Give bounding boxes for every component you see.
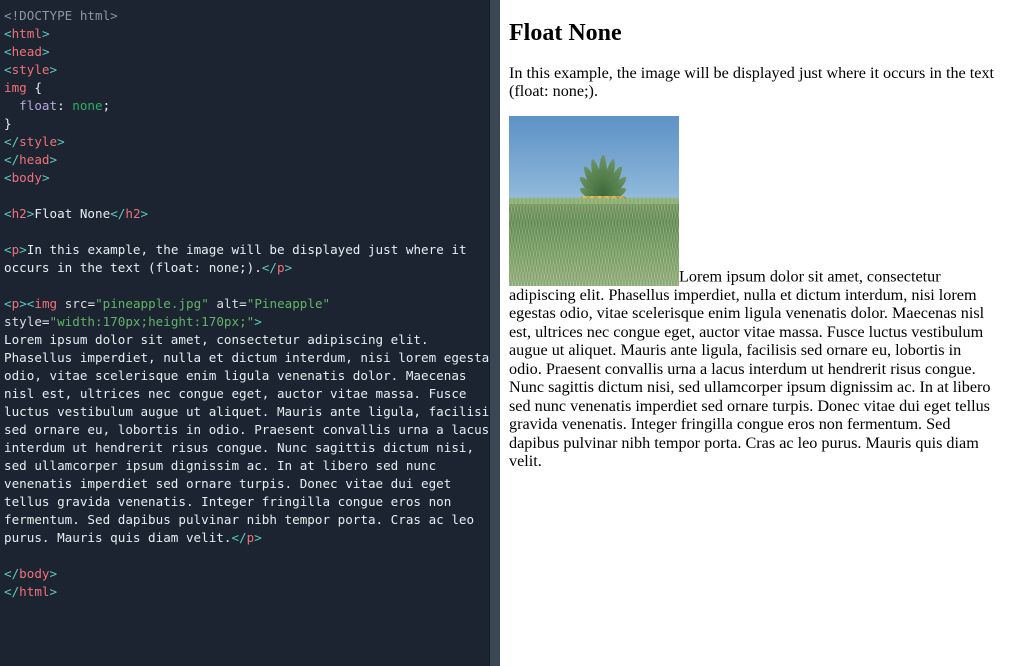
code-angle-open: </ — [4, 134, 20, 149]
code-angle-open: < — [4, 62, 12, 77]
code-colon: : — [57, 98, 73, 113]
split-view-editor-preview: <!DOCTYPE html> <html> <head> <style> im… — [0, 0, 1012, 666]
code-angle-open: </ — [261, 260, 277, 275]
code-angle-close: > — [254, 314, 262, 329]
code-attr-alt-value: "Pineapple" — [246, 296, 331, 311]
code-angle-close: > — [19, 296, 27, 311]
code-equals: = — [87, 296, 96, 311]
intro-paragraph: In this example, the image will be displ… — [509, 63, 995, 101]
code-doctype: <!DOCTYPE html> — [4, 8, 118, 23]
code-angle-close: > — [19, 242, 27, 257]
code-angle-close: > — [49, 566, 58, 581]
code-tag-img: img — [34, 296, 58, 311]
code-angle-close: > — [41, 44, 50, 59]
code-css-property-float: float — [19, 98, 58, 113]
code-tag-h2-close: h2 — [125, 206, 141, 221]
code-attr-style: style — [4, 314, 42, 329]
code-tag-style-close: style — [19, 134, 58, 149]
code-css-value-none: none — [72, 98, 103, 113]
code-angle-close: > — [254, 530, 262, 545]
code-angle-open: </ — [4, 584, 20, 599]
code-angle-close: > — [284, 260, 293, 275]
code-attr-alt: alt — [216, 296, 240, 311]
code-angle-open: < — [4, 242, 12, 257]
code-angle-close: > — [140, 206, 149, 221]
code-angle-close: > — [41, 170, 50, 185]
code-attr-style-value: "width:170px;height:170px;" — [49, 314, 255, 329]
code-angle-open: < — [4, 296, 12, 311]
code-angle-open: </ — [4, 152, 20, 167]
code-angle-close: > — [57, 134, 65, 149]
code-brace-close: } — [4, 116, 12, 131]
code-angle-open: < — [4, 26, 12, 41]
code-tag-p-close: p — [276, 260, 285, 275]
code-h2-text: Float None — [34, 206, 111, 221]
code-angle-close: > — [41, 26, 50, 41]
preview-pane: Float None In this example, the image wi… — [500, 0, 1012, 666]
code-css-selector-img: img — [4, 80, 27, 95]
image-and-body-paragraph: Lorem ipsum dolor sit amet, consectetur … — [509, 115, 995, 471]
image-grass-layer — [509, 204, 679, 286]
code-lorem-text: Lorem ipsum dolor sit amet, consectetur … — [4, 332, 500, 545]
editor-scrollbar-thumb[interactable] — [490, 0, 500, 666]
code-angle-close: > — [49, 62, 58, 77]
preview-document: Float None In this example, the image wi… — [509, 0, 995, 471]
code-tag-head-close: head — [19, 152, 50, 167]
code-tag-body-close: body — [19, 566, 50, 581]
code-attr-src: src — [64, 296, 88, 311]
code-angle-close: > — [49, 584, 58, 599]
code-angle-open: </ — [110, 206, 126, 221]
code-tag-html: html — [11, 26, 42, 41]
code-equals: = — [41, 314, 50, 329]
code-angle-open: < — [4, 44, 12, 59]
code-angle-close: > — [49, 152, 58, 167]
code-attr-src-value: "pineapple.jpg" — [95, 296, 209, 311]
pineapple-image — [509, 115, 679, 286]
code-tag-style: style — [11, 62, 50, 77]
code-semicolon: ; — [102, 98, 111, 113]
code-brace-open: { — [34, 80, 42, 95]
editor-vertical-scrollbar[interactable] — [489, 0, 500, 666]
code-tag-html-close: html — [19, 584, 50, 599]
code-tag-h2: h2 — [11, 206, 27, 221]
code-angle-open: < — [4, 206, 12, 221]
code-p-intro-text: In this example, the image will be displ… — [4, 242, 475, 275]
code-angle-open: < — [4, 170, 12, 185]
code-tag-head: head — [11, 44, 42, 59]
body-paragraph-text: Lorem ipsum dolor sit amet, consectetur … — [509, 267, 991, 471]
code-tag-body: body — [11, 170, 42, 185]
page-title: Float None — [509, 20, 622, 46]
code-angle-open: </ — [231, 530, 247, 545]
code-equals: = — [239, 296, 247, 311]
code-block[interactable]: <!DOCTYPE html> <html> <head> <style> im… — [0, 0, 500, 601]
code-lorem-body: Lorem ipsum dolor sit amet, consectetur … — [4, 332, 497, 545]
code-angle-open: </ — [4, 566, 20, 581]
code-editor-pane[interactable]: <!DOCTYPE html> <html> <head> <style> im… — [0, 0, 500, 666]
